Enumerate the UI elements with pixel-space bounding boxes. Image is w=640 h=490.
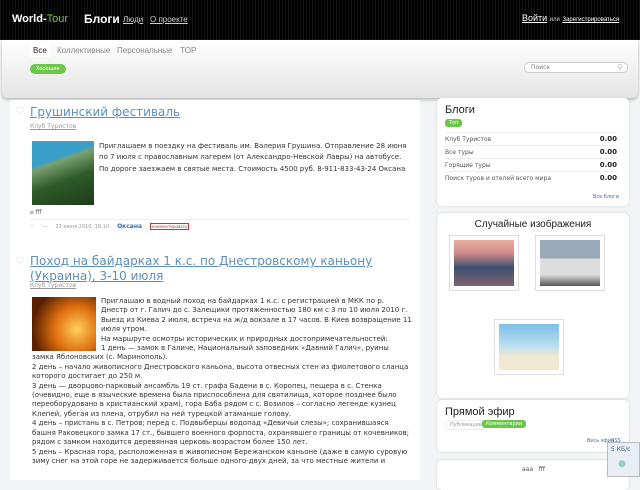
rating: — [42, 223, 48, 230]
nav-people[interactable]: Люди [123, 15, 143, 24]
blog-row: Горящие туры 0.00 [445, 158, 617, 171]
speed-icon: ● [618, 459, 626, 469]
blog-row: Все туры 0.00 [445, 145, 617, 158]
blog-rating: 0.00 [599, 148, 617, 156]
blog-link[interactable]: Клуб Туристов [445, 136, 491, 143]
post-body: Приглашаю в водный поход на байдарках 1 … [32, 297, 412, 466]
tab-collective[interactable]: Коллективные [57, 46, 110, 55]
blogs-widget: Блоги Топ Клуб Туристов 0.00 Все туры 0.00… [437, 98, 629, 206]
speed-widget[interactable]: 5 КБ/с ● [607, 442, 640, 477]
speed-text: 5 КБ/с [611, 446, 631, 453]
post-author[interactable]: Оксана [117, 223, 142, 230]
or-text: или [549, 17, 560, 23]
tags-widget: aaa fff [437, 460, 629, 490]
tab-personal[interactable]: Персональные [117, 46, 173, 55]
tag-link[interactable]: fff [539, 466, 545, 473]
post-paragraph: 3 день — дворцово-парковый ансамбль 19 с… [32, 381, 397, 418]
favourite-icon[interactable]: ♡ [15, 256, 24, 267]
auth-links: Войти или Зарегистрироваться [522, 13, 619, 23]
post-meta: ♡ — 23 июня 2010, 18:10 Оксана комментиро… [30, 223, 190, 230]
blog-link[interactable]: Все туры [445, 149, 474, 156]
post-title[interactable]: Поход на байдарках 1 к.с. по Днестровско… [30, 254, 410, 284]
blog-link[interactable]: Горящие туры [445, 162, 491, 169]
post-image [32, 141, 94, 205]
tab-top-blogs[interactable]: Топ [445, 119, 463, 127]
tag-link[interactable]: fff [36, 209, 42, 216]
tag-link[interactable]: aaa [522, 466, 533, 473]
random-image[interactable] [535, 235, 605, 291]
blog-rating: 0.00 [599, 174, 617, 182]
filter-good-button[interactable]: Хорошие [30, 64, 66, 74]
post-image [32, 297, 96, 351]
live-widget: Прямой эфир Публикации Комментарии Весь … [437, 400, 629, 452]
tab-top[interactable]: TOP [180, 46, 196, 55]
nav-blogs[interactable]: Блоги [84, 12, 120, 26]
post-date: 23 июня 2010, 18:10 [55, 223, 110, 230]
post-blog-link[interactable]: Клуб Туристов [30, 282, 76, 289]
favourite-icon[interactable]: ♡ [15, 106, 24, 117]
all-blogs-link[interactable]: Все блоги [593, 194, 619, 200]
search-icon[interactable]: ⚲ [617, 63, 623, 72]
widget-title: Случайные изображения [474, 219, 592, 230]
blog-rating: 0.00 [599, 161, 617, 169]
search-placeholder: Поиск [531, 64, 551, 71]
comment-button[interactable]: комментировать [150, 223, 190, 230]
random-images-widget: Случайные изображения [437, 213, 629, 398]
widget-title: Прямой эфир [445, 406, 515, 418]
random-image[interactable] [449, 235, 519, 291]
post-text: Приглашаем в поездку на фестиваль им. Ва… [99, 142, 407, 173]
post-blog-link[interactable]: Клуб Туристов [30, 123, 76, 130]
logo-text-accent: Tour [46, 13, 69, 25]
post-paragraph: 4 день – пристань в с. Петров; перед с. … [32, 419, 409, 447]
logo[interactable]: World-Tour [12, 13, 68, 25]
logo-text: World- [12, 13, 47, 25]
login-link[interactable]: Войти [522, 13, 547, 23]
post-paragraph: 5 день – Красная гора, расположенная в ж… [32, 447, 408, 465]
post-paragraph: 2 день – начало живописного Днестровског… [32, 362, 409, 381]
tab-comments[interactable]: Комментарии [482, 420, 527, 428]
blog-row: Поиск туров и отелей всего мира 0.00 [445, 171, 617, 184]
search-input[interactable]: Поиск ⚲ [524, 62, 628, 73]
nav-about[interactable]: О проекте [150, 15, 188, 24]
post-tags: ⌀ fff [30, 209, 42, 216]
post-title[interactable]: Грушинский фестиваль [30, 105, 410, 120]
random-image[interactable] [494, 319, 564, 375]
blog-rating: 0.00 [599, 135, 617, 143]
vote-up-icon[interactable]: ♡ [30, 224, 34, 230]
widget-title: Блоги [445, 104, 475, 116]
top-header: World-Tour Блоги Люди О проекте Войти ил… [0, 0, 640, 40]
tag-cloud: aaa fff [522, 466, 545, 473]
post-body: Приглашаем в поездку на фестиваль им. Ва… [32, 141, 412, 205]
tab-all[interactable]: Все [30, 44, 50, 57]
sub-navigation: Все Коллективные Персональные TOP Хороши… [2, 40, 638, 98]
register-link[interactable]: Зарегистрироваться [562, 17, 619, 23]
blog-link[interactable]: Поиск туров и отелей всего мира [445, 175, 551, 182]
tab-publications[interactable]: Публикации [445, 420, 488, 430]
post-list: ♡ Грушинский фестиваль Клуб Туристов При… [10, 100, 420, 480]
blog-row: Клуб Туристов 0.00 [445, 132, 617, 145]
